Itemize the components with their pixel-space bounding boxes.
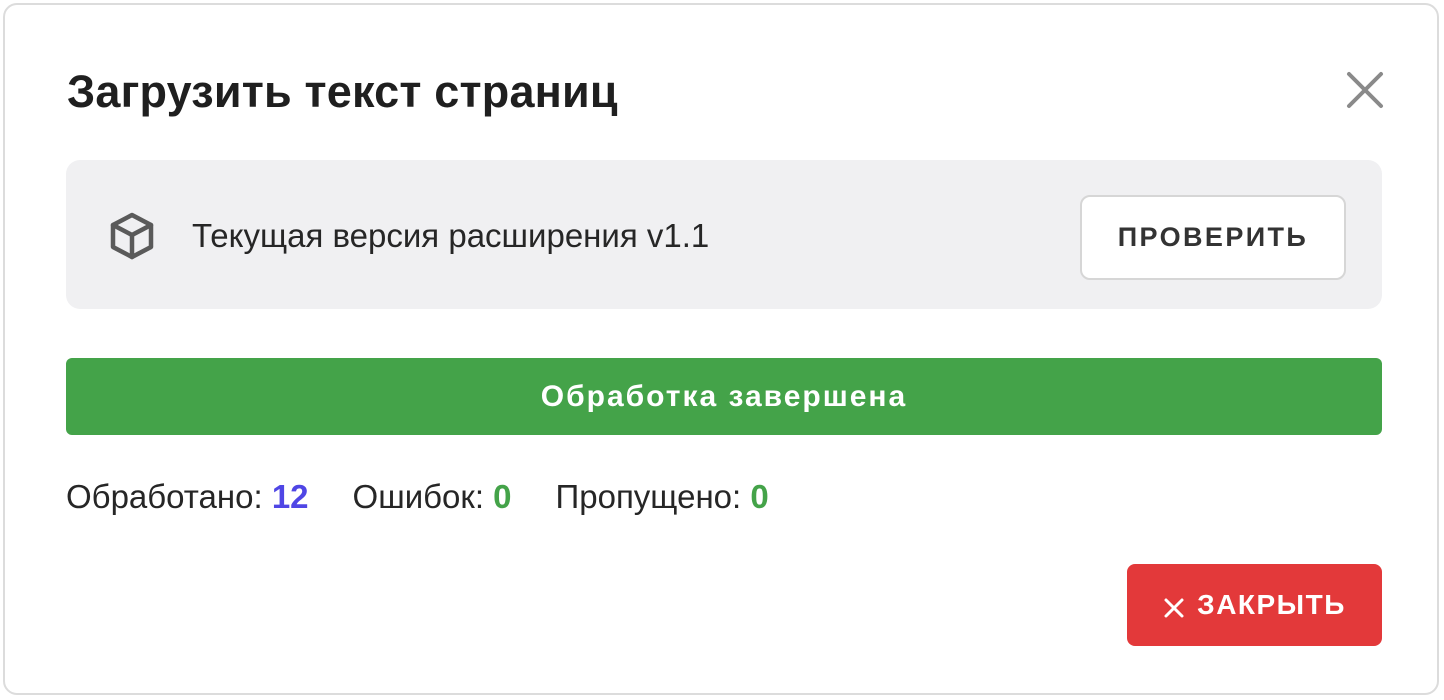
- stat-errors-value: 0: [493, 478, 512, 515]
- stat-processed-label: Обработано:: [66, 478, 263, 515]
- stat-processed: Обработано: 12: [66, 478, 309, 516]
- extension-version-panel: Текущая версия расширения v1.1 ПРОВЕРИТЬ: [66, 160, 1382, 309]
- extension-version-text: Текущая версия расширения v1.1: [192, 217, 710, 254]
- stat-skipped-label: Пропущено:: [555, 478, 742, 515]
- stat-errors: Ошибок: 0: [353, 478, 512, 516]
- stat-skipped-value: 0: [750, 478, 769, 515]
- stat-processed-value: 12: [271, 478, 309, 515]
- close-icon: [1163, 594, 1185, 618]
- check-version-button[interactable]: ПРОВЕРИТЬ: [1080, 195, 1346, 280]
- package-cube-icon: [106, 210, 158, 262]
- stat-skipped: Пропущено: 0: [556, 478, 769, 516]
- close-dialog-button-label: ЗАКРЫТЬ: [1197, 589, 1346, 620]
- close-icon[interactable]: [1343, 68, 1387, 112]
- processing-status-banner: Обработка завершена: [66, 358, 1382, 435]
- close-dialog-button[interactable]: ЗАКРЫТЬ: [1127, 564, 1382, 646]
- processing-stats: Обработано: 12 Ошибок: 0 Пропущено: 0: [66, 475, 813, 519]
- upload-text-dialog: Загрузить текст страниц Текущая версия р…: [3, 3, 1439, 695]
- stat-errors-label: Ошибок:: [352, 478, 484, 515]
- dialog-title: Загрузить текст страниц: [67, 66, 618, 117]
